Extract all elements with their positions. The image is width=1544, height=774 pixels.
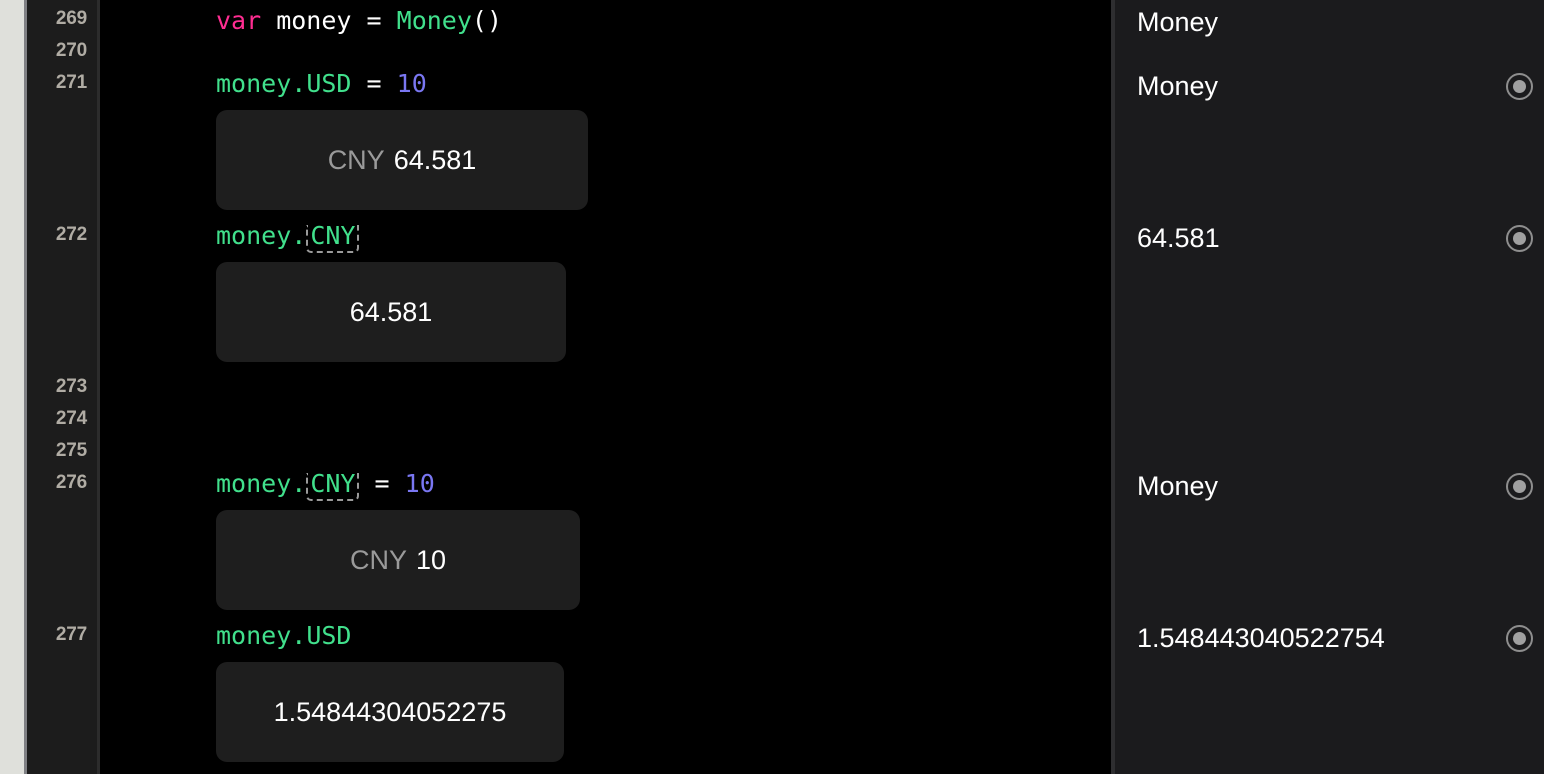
code-token-identifier: . [291, 469, 307, 498]
filled-circle-icon[interactable] [1506, 72, 1533, 100]
result-row: 64.581 [1115, 221, 1544, 255]
code-placeholder-token[interactable]: CNY [306, 223, 360, 253]
result-row: 1.548443040522754 [1115, 621, 1544, 655]
code-editor-area[interactable]: var money = Money() money.USD = 10 money. C… [100, 0, 1111, 774]
code-line[interactable]: var money = Money() [216, 8, 502, 33]
filled-circle-icon[interactable] [1506, 624, 1533, 652]
inline-result-content: CNY 64.581 [216, 144, 588, 175]
code-line[interactable]: money. CNY = 10 [216, 469, 435, 501]
inline-result-content: 64.581 [216, 296, 566, 327]
line-number[interactable]: 277 [56, 625, 87, 644]
filled-circle-icon[interactable] [1506, 224, 1533, 252]
inline-result-unit: CNY [327, 144, 385, 175]
code-token-plain: money [261, 6, 367, 35]
code-token-identifier: money [216, 221, 292, 250]
line-number[interactable]: 272 [56, 225, 87, 244]
line-number[interactable]: 269 [56, 9, 87, 28]
inline-result-unit: CNY [349, 544, 407, 575]
inline-result-bubble[interactable]: CNY 64.581 [216, 110, 588, 210]
code-token-identifier: money [216, 469, 292, 498]
code-token-identifier: . [291, 221, 307, 250]
result-value: Money [1137, 70, 1219, 101]
result-value: 1.548443040522754 [1137, 622, 1385, 653]
code-token-identifier: . [291, 69, 307, 98]
code-token-identifier: USD [306, 621, 352, 650]
code-token-identifier: USD [306, 69, 352, 98]
line-number[interactable]: 274 [56, 409, 87, 428]
result-row: Money [1115, 469, 1544, 503]
inline-result-content: 1.54844304052275 [216, 696, 564, 727]
result-row: Money [1115, 69, 1544, 103]
results-sidebar: Money Money 64.581 Money 1.548443040522754 [1115, 0, 1544, 774]
inline-result-value: 64.581 [393, 144, 477, 175]
playground-editor-window: 269 270 271 272 273 274 275 276 277 var money = … [0, 0, 1544, 774]
filled-circle-icon[interactable] [1506, 472, 1533, 500]
code-token-number: 10 [404, 469, 435, 498]
code-token-number: 10 [396, 69, 427, 98]
code-token-identifier: . [291, 621, 307, 650]
line-number[interactable]: 275 [56, 441, 87, 460]
code-token-identifier: Money [396, 6, 472, 35]
window-left-rail [0, 0, 24, 774]
inline-result-bubble[interactable]: CNY 10 [216, 510, 580, 610]
code-token-plain: () [471, 6, 503, 35]
code-token-plain: = [366, 6, 382, 35]
code-line[interactable]: money. CNY [216, 221, 360, 253]
result-value: Money [1137, 6, 1219, 37]
code-token-plain: = [366, 69, 382, 98]
code-token-plain: = [374, 469, 390, 498]
code-token-keyword: var [216, 6, 262, 35]
inline-result-value: 1.54844304052275 [273, 696, 507, 727]
code-line[interactable]: money.USD [216, 623, 351, 648]
result-value: 64.581 [1137, 222, 1220, 253]
line-number[interactable]: 273 [56, 377, 87, 396]
code-token-identifier: money [216, 69, 292, 98]
inline-result-value: 64.581 [349, 296, 433, 327]
line-number[interactable]: 270 [56, 41, 87, 60]
code-placeholder-token[interactable]: CNY [306, 471, 360, 501]
inline-result-bubble[interactable]: 1.54844304052275 [216, 662, 564, 762]
inline-result-bubble[interactable]: 64.581 [216, 262, 566, 362]
inline-result-value: 10 [415, 544, 447, 575]
result-row: Money [1115, 5, 1544, 39]
inline-result-content: CNY 10 [216, 544, 580, 575]
code-line[interactable]: money.USD = 10 [216, 71, 427, 96]
line-number[interactable]: 271 [56, 73, 87, 92]
line-number[interactable]: 276 [56, 473, 87, 492]
result-value: Money [1137, 470, 1219, 501]
code-token-identifier: money [216, 621, 292, 650]
line-number-gutter[interactable]: 269 270 271 272 273 274 275 276 277 [27, 0, 97, 774]
